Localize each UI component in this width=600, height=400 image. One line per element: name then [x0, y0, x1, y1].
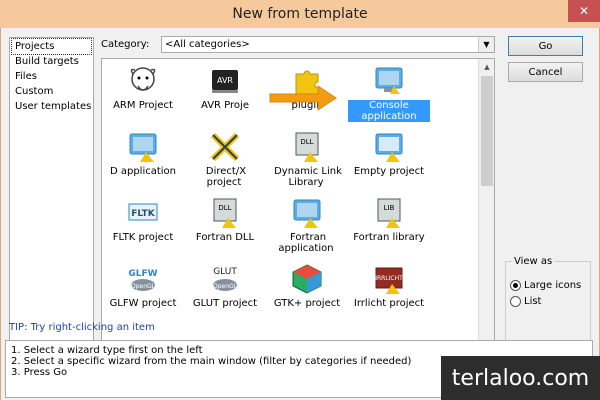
- gtk-icon: [290, 262, 324, 296]
- wizard-type-projects[interactable]: Projects: [11, 38, 92, 55]
- dialog-body: Projects Build targets Files Custom User…: [0, 28, 600, 400]
- wizard-tile-fltk-project[interactable]: FLTK FLTK project: [102, 193, 184, 253]
- glfw-icon: GLFW OpenGL: [126, 262, 160, 296]
- cancel-button[interactable]: Cancel: [508, 62, 583, 82]
- wizard-tile-irrlicht-project[interactable]: IRRLICHT Irrlicht project: [348, 259, 430, 319]
- tile-label: Console application: [348, 100, 430, 122]
- wizard-tile-fortran-dll[interactable]: DLL Fortran DLL: [184, 193, 266, 253]
- close-button[interactable]: ✕: [568, 0, 600, 22]
- svg-text:IRRLICHT: IRRLICHT: [375, 275, 403, 282]
- title-bar: New from template ✕: [0, 0, 600, 28]
- svg-text:LIB: LIB: [384, 204, 395, 212]
- glut-icon: GLUT OpenGL: [208, 262, 242, 296]
- scroll-thumb[interactable]: [481, 76, 493, 186]
- wizard-tile-fortran-library[interactable]: LIB Fortran library: [348, 193, 430, 253]
- svg-text:AVR: AVR: [217, 76, 233, 85]
- tile-label: FLTK project: [112, 232, 174, 243]
- svg-text:FLTK: FLTK: [131, 209, 156, 219]
- view-as-group: View as Large icons List: [505, 256, 591, 341]
- chevron-down-icon: ▼: [478, 37, 494, 52]
- tile-label: Direct/X project: [205, 166, 247, 188]
- close-icon: ✕: [578, 4, 590, 18]
- fortran-dll-icon: DLL: [208, 196, 242, 230]
- wizard-tile-empty-project[interactable]: Empty project: [348, 127, 430, 187]
- view-list-option[interactable]: List: [510, 296, 541, 307]
- lib-icon: LIB: [372, 196, 406, 230]
- view-as-legend: View as: [512, 256, 555, 267]
- category-label: Category:: [101, 39, 150, 50]
- wizard-tile-glut-project[interactable]: GLUT OpenGL GLUT project: [184, 259, 266, 319]
- go-button[interactable]: Go: [508, 36, 583, 56]
- svg-text:DLL: DLL: [300, 138, 313, 146]
- tip-text: TIP: Try right-clicking an item: [9, 322, 155, 333]
- tile-label: Fortran library: [353, 232, 425, 243]
- radio-list[interactable]: [510, 296, 521, 307]
- svg-text:GLFW: GLFW: [128, 269, 157, 279]
- wizard-tile-dynamic-link-library[interactable]: DLL Dynamic Link Library: [266, 127, 348, 188]
- gnu-icon: [126, 64, 160, 98]
- svg-text:GLUT: GLUT: [213, 267, 237, 277]
- tile-label: GTK+ project: [273, 298, 341, 309]
- wizard-tile-arm-project[interactable]: ARM Project: [102, 61, 184, 121]
- window-title: New from template: [232, 6, 368, 22]
- radio-label: List: [524, 296, 542, 307]
- wizard-tile-console-application[interactable]: Console application: [348, 61, 430, 122]
- instruction-line: 1. Select a wizard type first on the lef…: [11, 345, 203, 356]
- radio-large-icons[interactable]: [510, 280, 521, 291]
- monitor-icon: [126, 130, 160, 164]
- tile-label: Dynamic Link Library: [274, 166, 342, 188]
- wizard-tile-fortran-application[interactable]: Fortran application: [266, 193, 348, 254]
- radio-label: Large icons: [524, 280, 582, 291]
- tile-label: AVR Proje: [201, 100, 249, 111]
- fltk-icon: FLTK: [126, 196, 160, 230]
- wizard-type-files[interactable]: Files: [12, 69, 91, 84]
- wizard-type-custom[interactable]: Custom: [12, 84, 91, 99]
- tile-label: Fortran DLL: [195, 232, 255, 243]
- dll-icon: DLL: [290, 130, 324, 164]
- directx-icon: [208, 130, 242, 164]
- console-icon: [372, 64, 406, 98]
- wizard-tile-avr-project[interactable]: AVR AVR Proje: [184, 61, 266, 121]
- tile-label: Fortran application: [278, 232, 334, 254]
- view-large-icons-option[interactable]: Large icons: [510, 280, 581, 291]
- wizard-type-list[interactable]: Projects Build targets Files Custom User…: [9, 37, 94, 341]
- tile-label: Empty project: [353, 166, 425, 177]
- wizard-tile-directx-project[interactable]: Direct/X project: [184, 127, 266, 188]
- svg-text:OpenGL: OpenGL: [131, 283, 156, 290]
- svg-text:OpenGL: OpenGL: [213, 283, 238, 290]
- category-value: <All categories>: [165, 39, 250, 50]
- tile-label: ARM Project: [113, 100, 173, 111]
- orange-arrow-icon: [269, 85, 337, 111]
- wizard-tile-glfw-project[interactable]: GLFW OpenGL GLFW project: [102, 259, 184, 319]
- wizard-type-user-templates[interactable]: User templates: [12, 99, 91, 114]
- svg-text:DLL: DLL: [218, 204, 231, 212]
- tile-label: D application: [109, 166, 177, 177]
- irrlicht-icon: IRRLICHT: [372, 262, 406, 296]
- watermark: terlaloo.com: [441, 356, 600, 400]
- wizard-grid-scrollbar[interactable]: ▲: [478, 59, 494, 340]
- tile-label: Irrlicht project: [353, 298, 425, 309]
- tile-label: GLUT project: [192, 298, 258, 309]
- wizard-tile-d-application[interactable]: D application: [102, 127, 184, 187]
- monitor-icon: [290, 196, 324, 230]
- wizard-type-build-targets[interactable]: Build targets: [12, 54, 91, 69]
- scroll-up-icon[interactable]: ▲: [479, 59, 494, 75]
- tile-label: GLFW project: [109, 298, 177, 309]
- empty-icon: [372, 130, 406, 164]
- category-select[interactable]: <All categories> ▼: [161, 36, 495, 53]
- wizard-tile-gtk-project[interactable]: GTK+ project: [266, 259, 348, 319]
- avr-icon: AVR: [208, 64, 242, 98]
